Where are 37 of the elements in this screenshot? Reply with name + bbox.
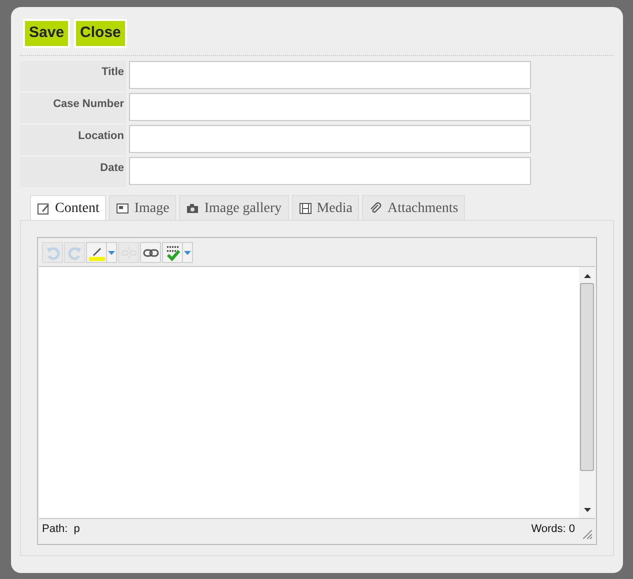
field-label: Location [20,125,126,155]
redo-icon [68,246,82,260]
image-icon [116,202,130,214]
toolbar-button[interactable] [162,242,183,263]
tab[interactable]: Content [30,195,106,220]
scroll-down-icon [584,508,590,512]
paperclip-icon [369,202,382,214]
field-label: Date [20,157,126,187]
film-icon [298,202,312,214]
camera-icon [186,202,200,214]
tab[interactable]: Image [109,195,176,220]
path-element[interactable]: p [74,521,80,538]
action-button[interactable]: Close [74,19,127,48]
tab[interactable]: Media [292,195,360,220]
field-label: Title [20,61,126,91]
caret-icon [108,250,115,254]
text-field[interactable] [129,93,531,121]
resize-grip-icon[interactable] [583,530,592,539]
word-count: Words: 0 [531,522,575,538]
undo-icon [46,246,60,260]
action-button[interactable]: Save [23,19,70,48]
dropdown-button[interactable] [107,242,117,263]
text-field[interactable] [129,61,531,89]
path-label: Path: [42,522,68,538]
toolbar-button[interactable] [86,242,107,263]
field-label: Case Number [20,93,126,123]
scroll-up-icon [584,274,590,278]
tab[interactable]: Attachments [362,195,466,220]
caret-icon [184,250,191,254]
scroll-thumb[interactable] [580,283,594,471]
tab[interactable]: Image gallery [179,195,289,220]
toolbar-button[interactable] [140,242,161,263]
pencil-icon [37,202,50,214]
text-field[interactable] [129,125,531,153]
text-field[interactable] [129,157,531,185]
scrollbar[interactable] [579,267,595,518]
link-icon [142,248,158,258]
